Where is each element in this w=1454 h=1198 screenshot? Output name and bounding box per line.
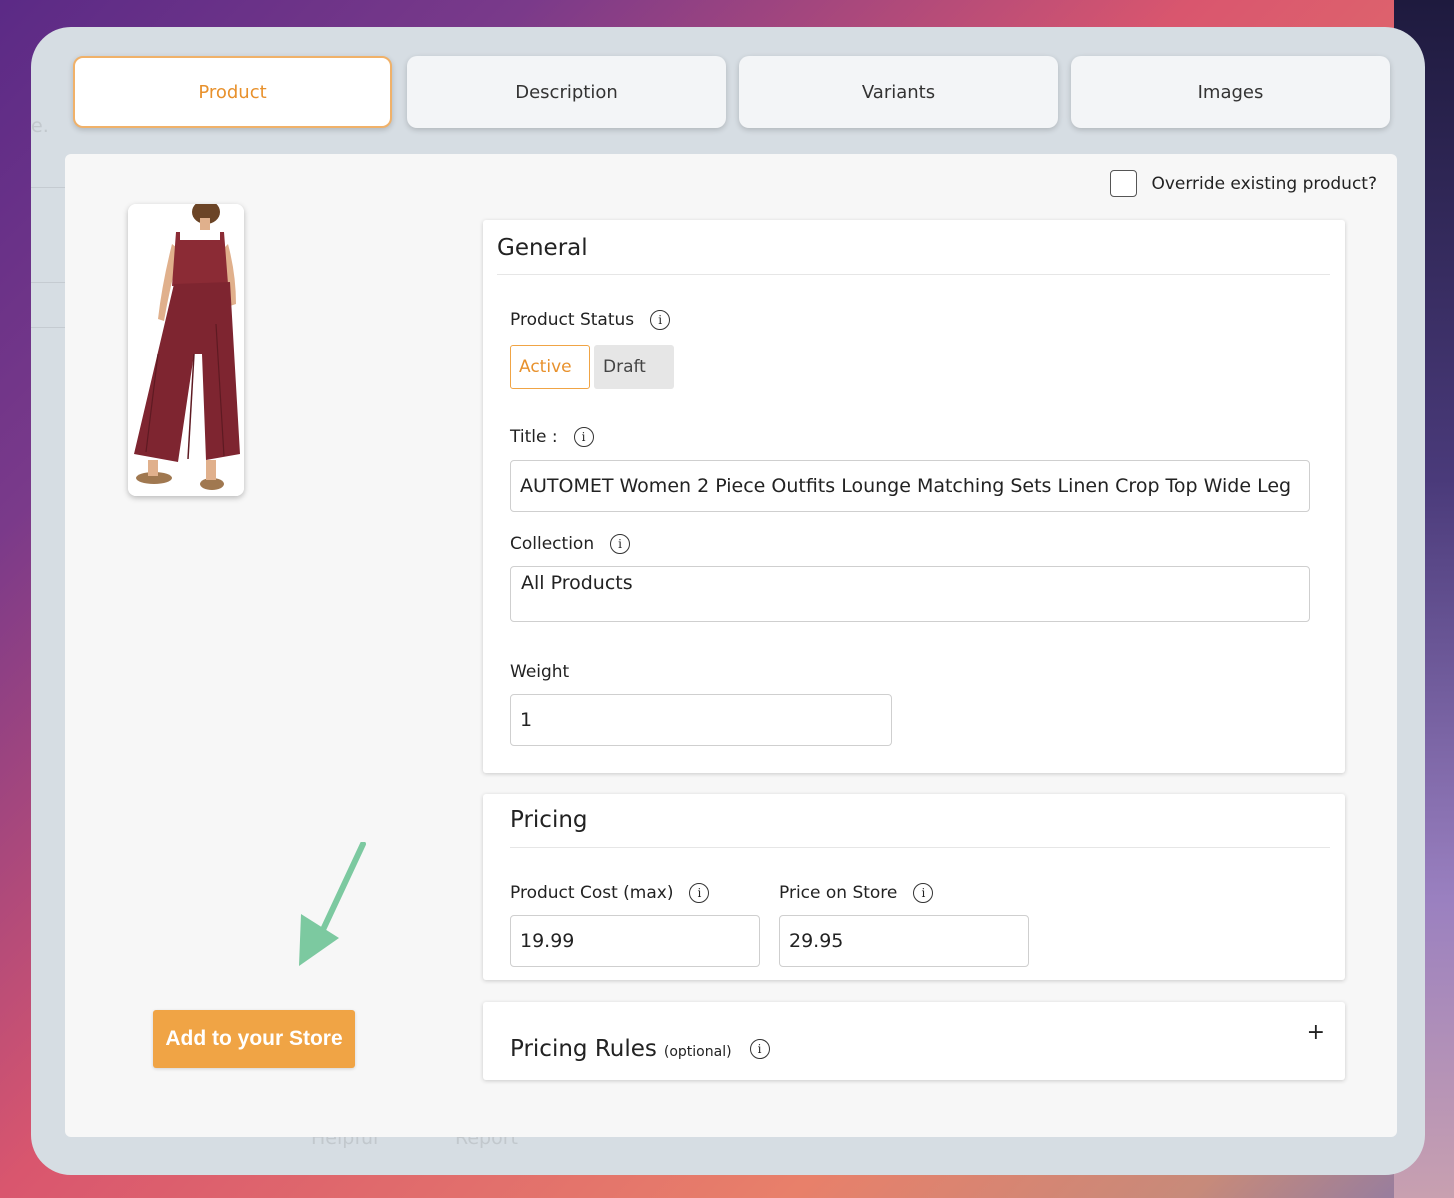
info-icon[interactable]: i [749, 1039, 770, 1059]
weight-label-text: Weight [510, 662, 570, 682]
expand-plus-icon[interactable]: + [1307, 1020, 1325, 1045]
override-checkbox[interactable] [1110, 170, 1138, 197]
info-icon[interactable]: i [650, 310, 671, 330]
title-label: Title : i [510, 427, 594, 447]
product-panel: Override existing product? Add to your S… [65, 154, 1397, 1137]
weight-label: Weight [510, 662, 569, 682]
app-window: e. Helpful Report Product Description Va… [31, 27, 1425, 1175]
price-on-store-label: Price on Store i [779, 883, 934, 903]
product-illustration [128, 204, 244, 496]
collection-input[interactable]: All Products [510, 566, 1310, 622]
add-to-store-button[interactable]: Add to your Store [153, 1010, 355, 1068]
override-label: Override existing product? [1151, 173, 1377, 194]
tab-product[interactable]: Product [73, 56, 392, 128]
product-status-text: Product Status [510, 310, 635, 330]
product-status-label: Product Status i [510, 310, 671, 330]
general-card: General Product Status i Active Draft Ti… [483, 220, 1345, 773]
status-draft-button[interactable]: Draft [594, 345, 674, 389]
pricing-divider [510, 847, 1330, 848]
override-option[interactable]: Override existing product? [1110, 170, 1377, 197]
pricing-title: Pricing [510, 807, 588, 833]
weight-input[interactable]: 1 [510, 694, 892, 746]
product-cost-label: Product Cost (max) i [510, 883, 710, 903]
info-icon[interactable]: i [573, 427, 594, 447]
pricing-rules-header: Pricing Rules (optional) i [510, 1036, 770, 1062]
status-active-button[interactable]: Active [510, 345, 590, 389]
pricing-rules-title: Pricing Rules [510, 1036, 657, 1062]
info-icon[interactable]: i [913, 883, 934, 903]
ghost-text-left: e. [31, 115, 49, 137]
info-icon[interactable]: i [689, 883, 710, 903]
title-input[interactable]: AUTOMET Women 2 Piece Outfits Lounge Mat… [510, 460, 1310, 512]
general-divider [497, 274, 1330, 275]
product-cost-input[interactable]: 19.99 [510, 915, 760, 967]
tab-variants[interactable]: Variants [739, 56, 1058, 128]
general-title: General [497, 235, 588, 261]
title-label-text: Title : [510, 427, 558, 447]
arrow-down-left-icon [299, 842, 366, 966]
price-on-store-input[interactable]: 29.95 [779, 915, 1029, 967]
pricing-rules-heading: Pricing Rules (optional) [510, 1036, 732, 1062]
tab-images[interactable]: Images [1071, 56, 1390, 128]
info-icon[interactable]: i [610, 534, 631, 554]
tab-description[interactable]: Description [407, 56, 726, 128]
collection-label: Collection i [510, 534, 631, 554]
pricing-rules-optional: (optional) [663, 1044, 732, 1060]
collection-label-text: Collection [510, 534, 595, 554]
price-on-store-label-text: Price on Store [779, 883, 898, 903]
product-cost-label-text: Product Cost (max) [510, 883, 674, 903]
pricing-card: Pricing Product Cost (max) i 19.99 Price… [483, 794, 1345, 980]
pricing-rules-card[interactable]: Pricing Rules (optional) i + [483, 1002, 1345, 1080]
product-image [128, 204, 244, 496]
